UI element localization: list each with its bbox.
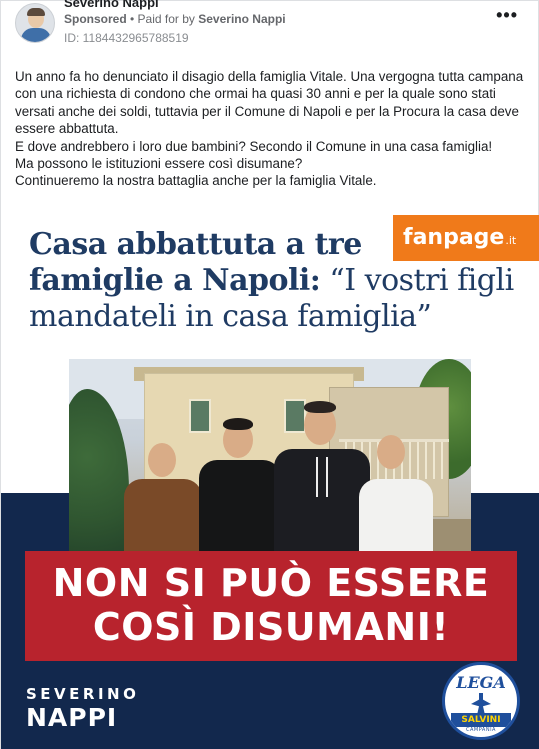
avatar[interactable] bbox=[15, 3, 55, 43]
ad-id: ID: 1184432965788519 bbox=[64, 31, 189, 45]
post-header: Severino Nappi Sponsored • Paid for by S… bbox=[1, 0, 539, 53]
slogan-text: NON SI PUÒ ESSERE COSÌ DISUMANI! bbox=[25, 561, 517, 649]
knight-icon bbox=[471, 693, 491, 715]
torso bbox=[359, 479, 433, 559]
post-paragraph: Ma possono le istituzioni essere così di… bbox=[15, 156, 303, 172]
fanpage-logo: fanpage.it bbox=[393, 215, 539, 261]
house-window bbox=[189, 399, 211, 433]
post-paragraph: Un anno fa ho denunciato il disagio dell… bbox=[15, 69, 524, 137]
signature-first-name: SEVERINO bbox=[26, 685, 140, 703]
more-horizontal-icon[interactable]: ••• bbox=[496, 5, 518, 26]
sponsored-label: Sponsored bbox=[64, 12, 127, 26]
slogan-line: COSÌ DISUMANI! bbox=[92, 605, 450, 649]
lega-salvini: SALVINI bbox=[451, 713, 511, 727]
fanpage-tld: .it bbox=[505, 234, 517, 247]
ad-post-card: Severino Nappi Sponsored • Paid for by S… bbox=[0, 0, 539, 749]
signature-last-name: NAPPI bbox=[26, 703, 118, 732]
headline-quote-part: “I vostri figli bbox=[320, 263, 514, 298]
paid-for-prefix: Paid for by bbox=[137, 12, 199, 26]
headline-bold-part: famiglie a Napoli: bbox=[29, 263, 321, 298]
fanpage-word: fanpage bbox=[403, 225, 505, 250]
lega-word: LEGA bbox=[456, 673, 506, 692]
hair bbox=[304, 401, 336, 413]
torso bbox=[124, 479, 202, 559]
hoodie-cords bbox=[316, 457, 328, 497]
slogan-banner: NON SI PUÒ ESSERE COSÌ DISUMANI! bbox=[25, 551, 517, 661]
head bbox=[148, 443, 176, 477]
lega-party-logo: LEGA SALVINI CAMPANIA bbox=[442, 662, 520, 740]
family-photo bbox=[69, 359, 471, 559]
slogan-line: NON SI PUÒ ESSERE bbox=[52, 561, 490, 605]
ad-creative-image[interactable]: Casa abbattuta a tre famiglie a Napoli: … bbox=[1, 215, 539, 749]
avatar-shirt bbox=[21, 28, 51, 42]
hair bbox=[223, 418, 253, 430]
torso bbox=[199, 460, 281, 559]
meta-separator: • bbox=[126, 12, 138, 26]
headline-line: mandateli in casa famiglia” bbox=[29, 299, 432, 334]
author-name[interactable]: Severino Nappi bbox=[64, 0, 159, 10]
post-paragraph: E dove andrebbero i loro due bambini? Se… bbox=[15, 138, 493, 154]
avatar-hair bbox=[27, 8, 45, 16]
lega-region: CAMPANIA bbox=[466, 727, 496, 733]
sponsored-meta: Sponsored • Paid for by Severino Nappi bbox=[64, 12, 286, 26]
candidate-signature: SEVERINO NAPPI bbox=[26, 685, 139, 733]
head bbox=[377, 435, 405, 469]
post-text: Un anno fa ho denunciato il disagio dell… bbox=[15, 68, 525, 190]
post-paragraph: Continueremo la nostra battaglia anche p… bbox=[15, 173, 377, 189]
house-window bbox=[284, 399, 306, 433]
headline-line: famiglie a Napoli: “I vostri figli bbox=[29, 263, 539, 299]
paid-for-name[interactable]: Severino Nappi bbox=[198, 12, 285, 26]
